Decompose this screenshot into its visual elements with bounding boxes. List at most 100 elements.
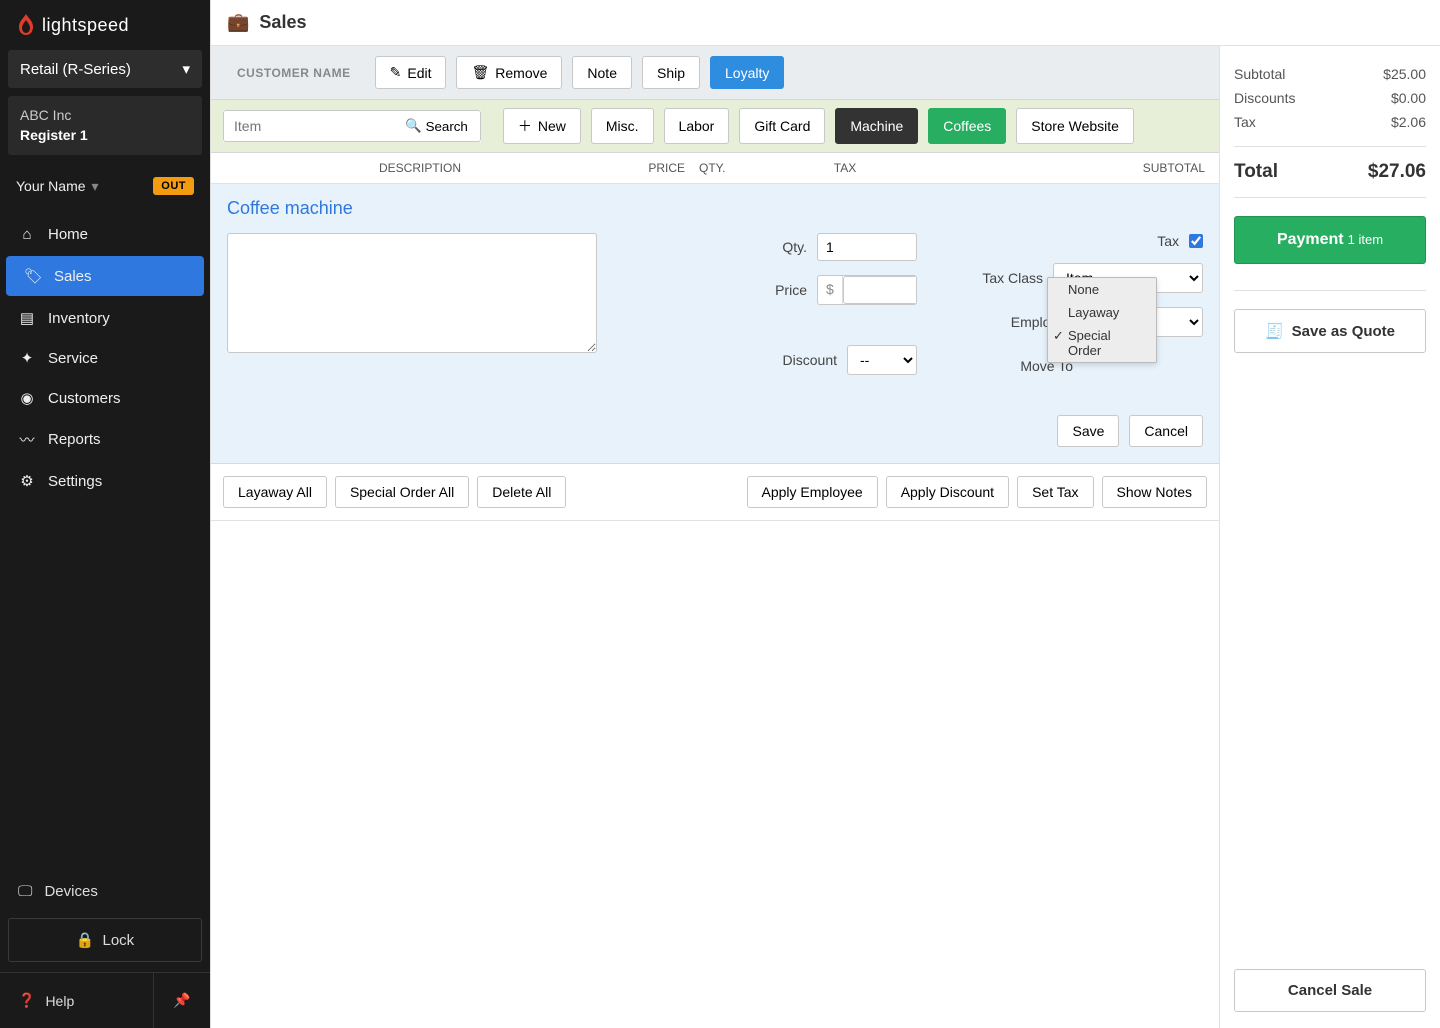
trash-icon: 🗑 [471, 64, 489, 81]
price-input-group: $ [817, 275, 917, 305]
company-name: ABC Inc [20, 106, 190, 126]
nav-label: Service [48, 350, 98, 367]
help-button[interactable]: ❓ Help [0, 973, 154, 1028]
nav-customers[interactable]: ◉Customers [0, 378, 210, 418]
nav: ⌂Home 🏷Sales ▤ Inventory ✦ Service ◉Custom… [0, 215, 210, 501]
special-order-all-button[interactable]: Special Order All [335, 476, 469, 508]
col-desc: DESCRIPTION [225, 161, 615, 175]
brand-text: lightspeed [42, 15, 129, 36]
new-button[interactable]: ＋ New [503, 108, 581, 144]
nav-label: Sales [54, 268, 92, 285]
archive-icon: ▤ [18, 309, 36, 327]
item-search-input[interactable] [223, 110, 393, 142]
lock-icon: 🔒 [76, 931, 95, 949]
nav-label: Reports [48, 431, 101, 448]
product-label: Retail (R-Series) [20, 61, 131, 78]
subtotal-value: $25.00 [1383, 66, 1426, 82]
payment-button[interactable]: Payment1 item [1234, 216, 1426, 264]
user-row[interactable]: Your Name ▾ OUT [0, 163, 210, 209]
home-icon: ⌂ [18, 226, 36, 243]
btn-label: New [538, 118, 566, 134]
loyalty-button[interactable]: Loyalty [710, 56, 784, 89]
search-icon: 🔍 [405, 118, 422, 134]
ship-button[interactable]: Ship [642, 56, 700, 89]
nav-devices[interactable]: 🖵Devices [0, 871, 210, 912]
nav-sales[interactable]: 🏷Sales [6, 256, 204, 296]
layaway-all-button[interactable]: Layaway All [223, 476, 327, 508]
nav-settings[interactable]: ⚙Settings [0, 461, 210, 501]
moveto-option-special[interactable]: Special Order [1048, 324, 1156, 362]
total-label: Total [1234, 161, 1278, 183]
btn-label: Search [426, 119, 468, 134]
product-selector[interactable]: Retail (R-Series) ▾ [8, 50, 202, 88]
moveto-dropdown: None Layaway Special Order [1047, 277, 1157, 363]
help-icon: ❓ [18, 992, 35, 1009]
total-value: $27.06 [1368, 161, 1426, 183]
coffees-button[interactable]: Coffees [928, 108, 1006, 144]
machine-button[interactable]: Machine [835, 108, 918, 144]
set-tax-button[interactable]: Set Tax [1017, 476, 1093, 508]
moveto-option-none[interactable]: None [1048, 278, 1156, 301]
moveto-option-layaway[interactable]: Layaway [1048, 301, 1156, 324]
payment-label: Payment [1277, 231, 1344, 248]
bulk-actions: Layaway All Special Order All Delete All… [211, 464, 1219, 521]
discount-label: Discount [783, 352, 837, 368]
misc-button[interactable]: Misc. [591, 108, 654, 144]
col-subtotal: SUBTOTAL [945, 161, 1205, 175]
customer-name-button[interactable]: CUSTOMER NAME [223, 56, 365, 89]
price-input[interactable] [843, 276, 917, 304]
show-notes-button[interactable]: Show Notes [1102, 476, 1207, 508]
page-title: Sales [259, 12, 306, 33]
devices-icon: 🖵 [18, 883, 32, 900]
summary-panel: Subtotal$25.00 Discounts$0.00 Tax$2.06 T… [1220, 46, 1440, 1028]
company-block[interactable]: ABC Inc Register 1 [8, 96, 202, 155]
item-cancel-button[interactable]: Cancel [1129, 415, 1203, 447]
remove-button[interactable]: 🗑Remove [456, 56, 562, 89]
search-button[interactable]: 🔍 Search [393, 110, 481, 142]
nav-reports[interactable]: 〰Reports [0, 418, 210, 461]
cancel-sale-button[interactable]: Cancel Sale [1234, 969, 1426, 1012]
labor-button[interactable]: Labor [664, 108, 730, 144]
caret-down-icon: ▾ [92, 178, 99, 195]
nav-label: Settings [48, 473, 102, 490]
taxclass-label: Tax Class [982, 270, 1043, 286]
help-label: Help [45, 993, 74, 1009]
main: 💼 Sales CUSTOMER NAME ✎Edit 🗑Remove Note… [210, 0, 1440, 1028]
apply-discount-button[interactable]: Apply Discount [886, 476, 1009, 508]
item-name[interactable]: Coffee machine [227, 198, 1203, 219]
btn-label: Edit [407, 65, 431, 81]
currency-symbol: $ [818, 276, 843, 304]
item-save-button[interactable]: Save [1057, 415, 1119, 447]
save-quote-button[interactable]: 🧾 Save as Quote [1234, 309, 1426, 353]
giftcard-button[interactable]: Gift Card [739, 108, 825, 144]
plus-icon: ＋ [518, 116, 532, 136]
wrench-icon: ✦ [18, 349, 36, 367]
pin-icon: 📌 [173, 992, 190, 1009]
store-website-button[interactable]: Store Website [1016, 108, 1134, 144]
out-badge[interactable]: OUT [153, 177, 194, 195]
note-button[interactable]: Note [572, 56, 632, 89]
delete-all-button[interactable]: Delete All [477, 476, 566, 508]
center-panel: CUSTOMER NAME ✎ Edit 🗑Remove Note Ship Lo… [211, 46, 1220, 1028]
nav-inventory[interactable]: ▤ Inventory [0, 298, 210, 338]
edit-button[interactable]: ✎ Edit [375, 56, 447, 89]
quote-icon: 🧾 [1265, 322, 1284, 340]
sidebar: lightspeed Retail (R-Series) ▾ ABC Inc R… [0, 0, 210, 1028]
nav-home[interactable]: ⌂Home [0, 215, 210, 254]
caret-down-icon: ▾ [182, 60, 190, 78]
tax-checkbox[interactable] [1189, 234, 1203, 248]
apply-employee-button[interactable]: Apply Employee [747, 476, 878, 508]
flame-icon [16, 14, 36, 36]
user-icon: ◉ [18, 389, 36, 407]
line-item-expanded: Coffee machine Qty. Price $ [211, 184, 1219, 464]
item-notes-textarea[interactable] [227, 233, 597, 353]
nav-label: Inventory [48, 310, 110, 327]
nav-service[interactable]: ✦ Service [0, 338, 210, 378]
qty-input[interactable] [817, 233, 917, 261]
lock-button[interactable]: 🔒Lock [8, 918, 202, 962]
user-label: Your Name [16, 178, 86, 194]
discount-select[interactable]: -- [847, 345, 917, 375]
pin-button[interactable]: 📌 [154, 973, 210, 1028]
quote-label: Save as Quote [1292, 323, 1395, 340]
pencil-icon: ✎ [390, 64, 402, 81]
